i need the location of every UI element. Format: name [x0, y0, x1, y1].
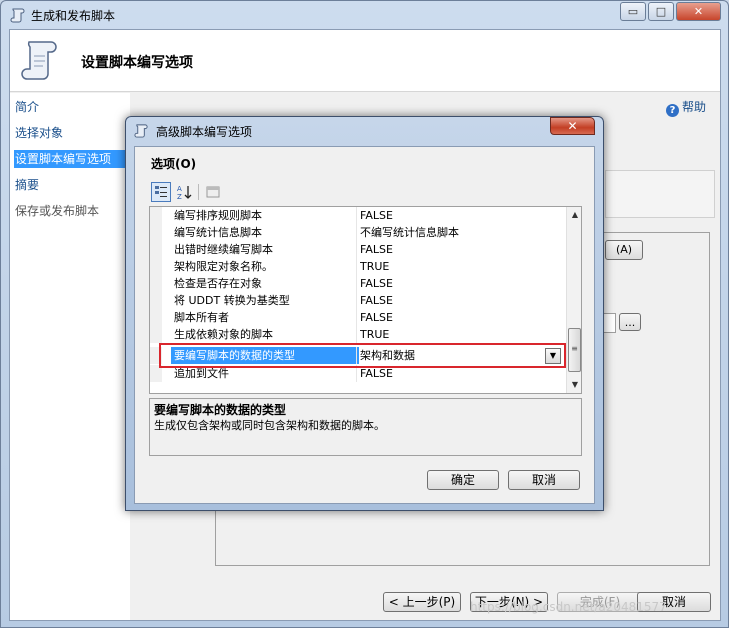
scroll-up-icon[interactable]: ▲: [567, 207, 581, 223]
grid-row[interactable]: 将 UDDT 转换为基类型 FALSE: [150, 292, 565, 309]
grid-row[interactable]: 检查是否存在对象 FALSE: [150, 275, 565, 292]
nav-item-save-publish: 保存或发布脚本: [15, 204, 100, 218]
close-button[interactable]: ✕: [676, 2, 721, 21]
grid-row[interactable]: 编写排序规则脚本 FALSE: [150, 207, 565, 224]
wizard-nav: 简介 选择对象 设置脚本编写选项 摘要 保存或发布脚本: [10, 93, 130, 620]
help-icon: ?: [666, 104, 679, 117]
description-text: 生成仅包含架构或同时包含架构和数据的脚本。: [154, 419, 385, 432]
wizard-header: 设置脚本编写选项: [10, 30, 720, 92]
highlight-annotation: [159, 343, 566, 368]
browse-button[interactable]: ...: [619, 313, 641, 331]
dialog-title: 高级脚本编写选项: [156, 125, 253, 139]
description-panel: 要编写脚本的数据的类型 生成仅包含架构或同时包含架构和数据的脚本。: [149, 398, 582, 456]
toolbar-separator: [198, 184, 199, 200]
watermark: https://blog.csdn.net/a20481577: [470, 600, 667, 614]
dialog-cancel-button[interactable]: 取消: [508, 470, 580, 490]
options-label: 选项(O): [151, 157, 197, 171]
grid-row[interactable]: 架构限定对象名称。 TRUE: [150, 258, 565, 275]
advanced-button[interactable]: (A): [605, 240, 643, 260]
window-title: 生成和发布脚本: [31, 9, 116, 23]
dialog-client: 选项(O) AZ 编写排序规则脚本 FALSE 编写统计信息脚本 不编写统计信息脚本…: [134, 146, 595, 504]
sort-alphabetical-icon[interactable]: AZ: [174, 182, 194, 202]
dialog-close-button[interactable]: ✕: [550, 117, 595, 135]
maximize-button[interactable]: □: [648, 2, 674, 21]
help-label: 帮助: [682, 100, 707, 114]
ok-button[interactable]: 确定: [427, 470, 499, 490]
help-link[interactable]: ? 帮助: [666, 98, 706, 117]
options-group: [605, 170, 715, 218]
advanced-options-dialog: 高级脚本编写选项 ✕ 选项(O) AZ 编写排序规则脚本 FALSE 编写统计信息…: [125, 116, 604, 511]
property-pages-icon: [203, 182, 223, 202]
categorized-view-icon[interactable]: [151, 182, 171, 202]
svg-text:A: A: [177, 185, 182, 193]
grid-row[interactable]: 编写统计信息脚本 不编写统计信息脚本: [150, 224, 565, 241]
nav-item-scripting-options[interactable]: 设置脚本编写选项: [14, 150, 130, 168]
script-icon: [10, 8, 25, 23]
scroll-thumb[interactable]: ≡: [568, 328, 581, 372]
script-icon: [134, 124, 148, 138]
vertical-scrollbar[interactable]: ▲ ≡ ▼: [566, 207, 581, 393]
svg-text:Z: Z: [177, 193, 182, 200]
script-scroll-icon: [21, 41, 57, 80]
scroll-down-icon[interactable]: ▼: [567, 377, 581, 393]
page-title: 设置脚本编写选项: [81, 55, 193, 71]
grid-row[interactable]: 出错时继续编写脚本 FALSE: [150, 241, 565, 258]
nav-item-select-objects[interactable]: 选择对象: [14, 124, 130, 142]
nav-item-summary[interactable]: 摘要: [14, 176, 130, 194]
minimize-button[interactable]: ▭: [620, 2, 646, 21]
options-grid: 编写排序规则脚本 FALSE 编写统计信息脚本 不编写统计信息脚本 出错时继续编写脚…: [149, 206, 582, 394]
grid-row[interactable]: 脚本所有者 FALSE: [150, 309, 565, 326]
description-title: 要编写脚本的数据的类型: [154, 403, 287, 417]
back-button[interactable]: < 上一步(P): [383, 592, 461, 612]
nav-item-intro[interactable]: 简介: [14, 98, 130, 116]
grid-row[interactable]: 生成依赖对象的脚本 TRUE: [150, 326, 565, 343]
